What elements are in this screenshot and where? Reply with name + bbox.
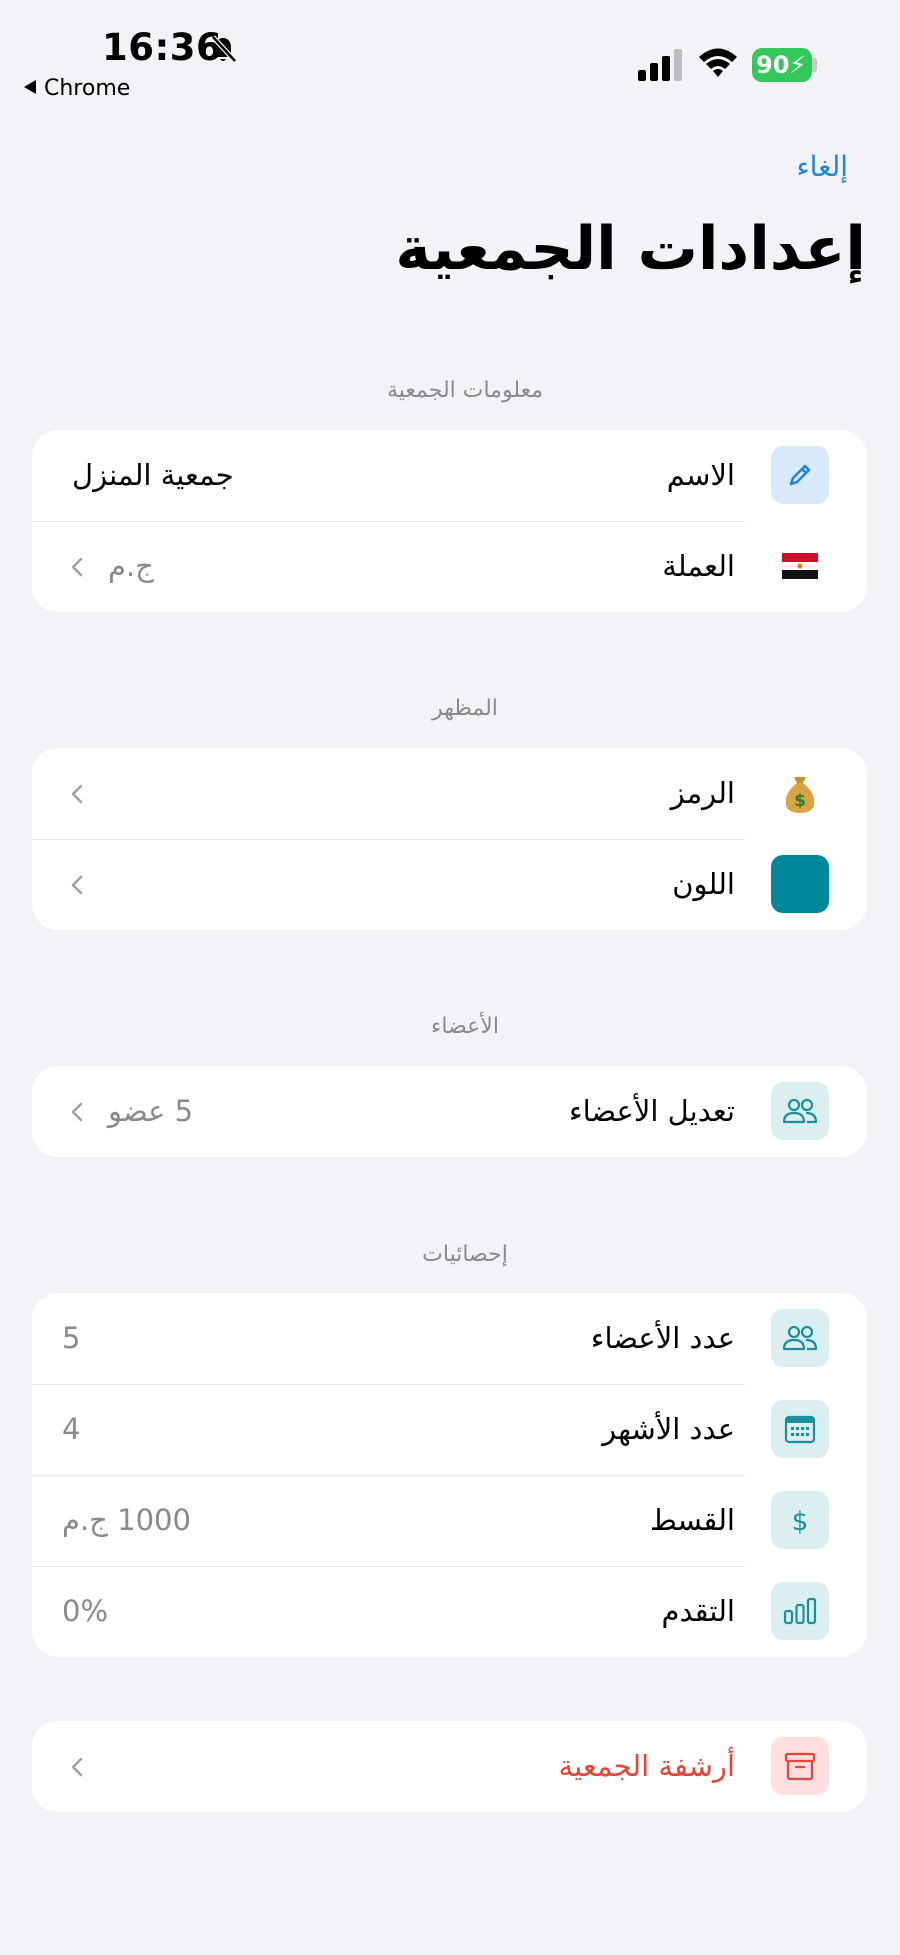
cancel-button[interactable]: إلغاء: [796, 150, 848, 183]
stat-members-row: عدد الأعضاء 5: [32, 1293, 867, 1384]
section-header-appearance: المظهر: [432, 696, 498, 721]
people-icon: [771, 1309, 829, 1367]
name-value[interactable]: جمعية المنزل: [72, 430, 234, 521]
archive-box-icon: [771, 1737, 829, 1795]
chevron-left-icon: [71, 784, 83, 804]
svg-text:$: $: [794, 791, 806, 811]
currency-row[interactable]: العملة ج.م: [32, 521, 867, 612]
bell-slash-icon: [211, 35, 237, 63]
stat-months-label: عدد الأشهر: [602, 1412, 735, 1446]
battery-cap: [812, 58, 817, 72]
calendar-icon: [771, 1400, 829, 1458]
card-info: الاسم جمعية المنزل العملة ج.م: [32, 430, 867, 612]
card-stats: عدد الأعضاء 5 عدد الأشهر 4 $ القسط 1000 …: [32, 1293, 867, 1657]
section-header-info: معلومات الجمعية: [386, 378, 544, 403]
chevron-left-icon: [71, 1102, 83, 1122]
name-row[interactable]: الاسم جمعية المنزل: [32, 430, 867, 521]
color-row[interactable]: اللون: [32, 839, 867, 930]
stat-installment-value: 1000 ج.م: [62, 1503, 191, 1537]
edit-members-label: تعديل الأعضاء: [568, 1094, 735, 1128]
section-header-stats: إحصائيات: [422, 1242, 508, 1267]
status-bar: 16:36 Chrome 90⚡: [0, 0, 900, 110]
stat-progress-value: 0%: [62, 1594, 109, 1628]
stat-progress-row: التقدم 0%: [32, 1566, 867, 1657]
egypt-flag-icon: [771, 537, 829, 595]
card-members: تعديل الأعضاء 5 عضو: [32, 1066, 867, 1157]
stat-progress-label: التقدم: [661, 1594, 736, 1628]
back-triangle-icon: [24, 80, 36, 94]
status-time: 16:36: [102, 26, 223, 69]
back-app-label: Chrome: [44, 76, 131, 101]
stat-installment-label: القسط: [650, 1503, 735, 1537]
dollar-icon: $: [771, 1491, 829, 1549]
currency-label: العملة: [662, 549, 735, 583]
stat-members-value: 5: [62, 1321, 81, 1355]
archive-row[interactable]: أرشفة الجمعية: [32, 1721, 867, 1812]
currency-value: ج.م: [108, 549, 154, 583]
bar-chart-icon: [771, 1582, 829, 1640]
page-title: إعدادات الجمعية: [395, 214, 866, 284]
card-archive: أرشفة الجمعية: [32, 1721, 867, 1812]
edit-members-row[interactable]: تعديل الأعضاء 5 عضو: [32, 1066, 867, 1157]
archive-label: أرشفة الجمعية: [558, 1749, 735, 1783]
chevron-left-icon: [71, 875, 83, 895]
svg-text:$: $: [792, 1507, 809, 1536]
stat-months-row: عدد الأشهر 4: [32, 1384, 867, 1475]
name-label: الاسم: [666, 458, 735, 492]
stat-installment-row: $ القسط 1000 ج.م: [32, 1475, 867, 1566]
charging-bolt-icon: ⚡: [789, 51, 807, 79]
cellular-signal-icon: [638, 49, 682, 81]
people-icon: [771, 1082, 829, 1140]
back-to-app-button[interactable]: Chrome: [24, 76, 130, 101]
chevron-left-icon: [71, 1757, 83, 1777]
stat-months-value: 4: [62, 1412, 81, 1446]
symbol-row[interactable]: $ الرمز: [32, 748, 867, 839]
color-label: اللون: [672, 867, 735, 901]
chevron-left-icon: [71, 557, 83, 577]
money-bag-icon: $: [771, 764, 829, 822]
color-swatch: [771, 855, 829, 913]
stat-members-label: عدد الأعضاء: [590, 1321, 735, 1355]
battery-level: 90: [756, 51, 790, 79]
pencil-icon: [771, 446, 829, 504]
battery-indicator: 90⚡: [752, 48, 812, 82]
members-count-badge: 5 عضو: [108, 1094, 194, 1128]
card-appearance: $ الرمز اللون: [32, 748, 867, 930]
section-header-members: الأعضاء: [431, 1014, 499, 1039]
symbol-label: الرمز: [670, 776, 735, 810]
wifi-icon: [699, 48, 737, 77]
